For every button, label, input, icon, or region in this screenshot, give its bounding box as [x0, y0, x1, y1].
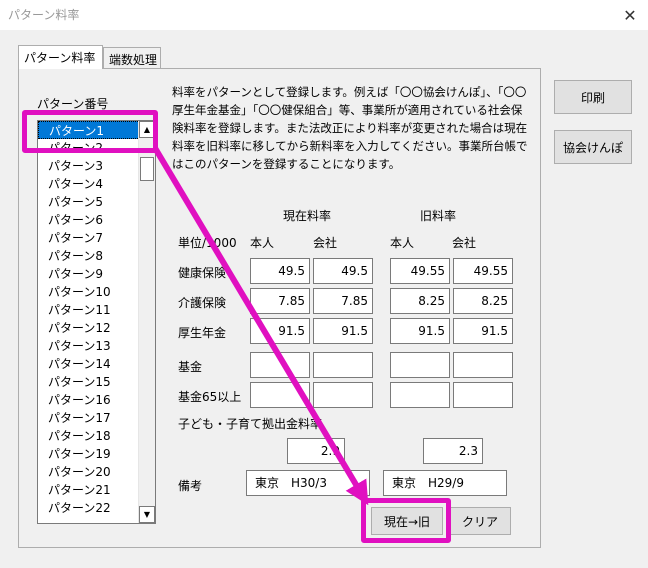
- pattern-list-item[interactable]: パターン12: [38, 319, 140, 337]
- current-person-header: 本人: [250, 236, 275, 250]
- clear-button[interactable]: クリア: [449, 507, 511, 535]
- pattern-list-item[interactable]: パターン4: [38, 175, 140, 193]
- current-rate-header: 現在料率: [283, 209, 332, 223]
- pattern-list-item[interactable]: パターン20: [38, 463, 140, 481]
- pattern-list-item[interactable]: パターン13: [38, 337, 140, 355]
- pattern-list-item[interactable]: パターン18: [38, 427, 140, 445]
- rate-input-old-company[interactable]: [453, 352, 513, 378]
- rate-input-cur-person[interactable]: 49.5: [250, 258, 310, 284]
- pattern-list-items: パターン1 パターン2 パターン3 パターン4 パターン5 パターン6 パターン7 パターン8…: [38, 121, 140, 517]
- pattern-list-item[interactable]: パターン2: [38, 139, 140, 157]
- pattern-list-item[interactable]: パターン22: [38, 499, 140, 517]
- title-bar: パターン料率 ✕: [0, 0, 648, 30]
- print-button[interactable]: 印刷: [554, 80, 632, 114]
- rate-input-cur-person[interactable]: 7.85: [250, 288, 310, 314]
- remarks-old-input[interactable]: 東京 H29/9: [383, 470, 507, 496]
- old-person-header: 本人: [390, 236, 415, 250]
- rate-input-old-person[interactable]: 91.5: [390, 318, 450, 344]
- pattern-list-item[interactable]: パターン6: [38, 211, 140, 229]
- pattern-list-label: パターン番号: [37, 97, 109, 111]
- kyokai-kenpo-button[interactable]: 協会けんぽ: [554, 130, 632, 164]
- move-current-to-old-button[interactable]: 現在→旧: [371, 507, 443, 535]
- rate-row-label: 介護保険: [178, 296, 227, 310]
- pattern-list-item[interactable]: パターン1: [38, 121, 140, 139]
- rate-input-old-company[interactable]: [453, 382, 513, 408]
- scroll-up-icon[interactable]: ▲: [139, 121, 155, 138]
- rate-input-cur-person[interactable]: [250, 352, 310, 378]
- pattern-list-item[interactable]: パターン8: [38, 247, 140, 265]
- child-rate-current-input[interactable]: 2.9: [287, 438, 345, 464]
- rate-input-cur-company[interactable]: 91.5: [313, 318, 373, 344]
- rate-input-cur-person[interactable]: 91.5: [250, 318, 310, 344]
- pattern-listbox[interactable]: パターン1 パターン2 パターン3 パターン4 パターン5 パターン6 パターン7 パターン8…: [37, 120, 156, 524]
- rate-input-old-person[interactable]: 8.25: [390, 288, 450, 314]
- rate-input-cur-company[interactable]: [313, 352, 373, 378]
- rate-input-cur-company[interactable]: 7.85: [313, 288, 373, 314]
- rate-input-old-company[interactable]: 8.25: [453, 288, 513, 314]
- pattern-list-item[interactable]: パターン19: [38, 445, 140, 463]
- child-rate-label: 子ども・子育て拠出金料率: [178, 417, 323, 431]
- rate-input-old-company[interactable]: 49.55: [453, 258, 513, 284]
- pattern-list-item[interactable]: パターン7: [38, 229, 140, 247]
- tab-pattern-rate[interactable]: パターン料率: [18, 45, 103, 69]
- old-company-header: 会社: [452, 236, 477, 250]
- list-scrollbar[interactable]: ▲ ▼: [138, 121, 155, 523]
- old-rate-header: 旧料率: [420, 209, 457, 223]
- window-title: パターン料率: [8, 8, 80, 22]
- rate-row-label: 厚生年金: [178, 326, 227, 340]
- rate-input-cur-person[interactable]: [250, 382, 310, 408]
- pattern-list-item[interactable]: パターン17: [38, 409, 140, 427]
- current-company-header: 会社: [313, 236, 338, 250]
- pattern-list-item[interactable]: パターン5: [38, 193, 140, 211]
- rate-row-label: 基金65以上: [178, 390, 242, 404]
- rate-input-old-company[interactable]: 91.5: [453, 318, 513, 344]
- rate-row-label: 基金: [178, 360, 203, 374]
- remarks-label: 備考: [178, 479, 203, 493]
- scroll-down-icon[interactable]: ▼: [139, 506, 155, 523]
- pattern-list-item[interactable]: パターン10: [38, 283, 140, 301]
- scroll-thumb[interactable]: [140, 157, 154, 181]
- unit-label: 単位/1000: [178, 236, 237, 250]
- rate-row-label: 健康保険: [178, 266, 227, 280]
- pattern-list-item[interactable]: パターン16: [38, 391, 140, 409]
- description-text: 料率をパターンとして登録します。例えば「〇〇協会けんぽ」、「〇〇厚生年金基金」「…: [172, 85, 528, 171]
- rate-input-old-person[interactable]: [390, 382, 450, 408]
- remarks-current-input[interactable]: 東京 H30/3: [246, 470, 370, 496]
- pattern-list-item[interactable]: パターン14: [38, 355, 140, 373]
- pattern-list-item[interactable]: パターン11: [38, 301, 140, 319]
- pattern-list-item[interactable]: パターン15: [38, 373, 140, 391]
- pattern-list-item[interactable]: パターン21: [38, 481, 140, 499]
- rate-input-old-person[interactable]: 49.55: [390, 258, 450, 284]
- pattern-list-item[interactable]: パターン3: [38, 157, 140, 175]
- pattern-list-item[interactable]: パターン9: [38, 265, 140, 283]
- tab-rounding[interactable]: 端数処理: [103, 47, 161, 69]
- child-rate-old-input[interactable]: 2.3: [423, 438, 483, 464]
- rate-input-old-person[interactable]: [390, 352, 450, 378]
- close-icon[interactable]: ✕: [612, 0, 648, 30]
- rate-input-cur-company[interactable]: [313, 382, 373, 408]
- rate-input-cur-company[interactable]: 49.5: [313, 258, 373, 284]
